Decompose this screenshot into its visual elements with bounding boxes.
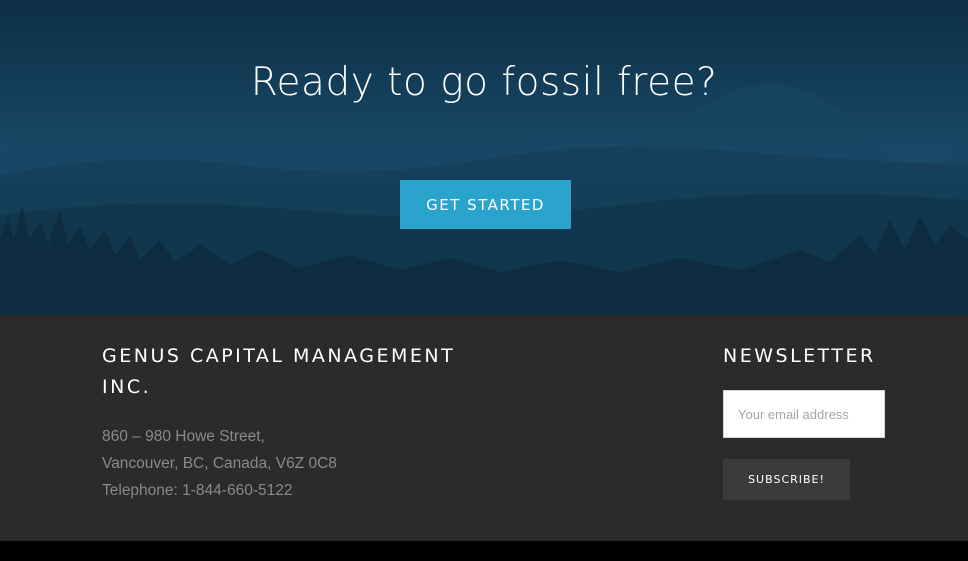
site-footer: GENUS CAPITAL MANAGEMENT INC. 860 – 980 … bbox=[0, 315, 968, 541]
get-started-button[interactable]: GET STARTED bbox=[400, 180, 571, 229]
address-city: Vancouver, BC, Canada, V6Z 0C8 bbox=[102, 455, 337, 472]
hero-title: Ready to go fossil free? bbox=[250, 60, 718, 105]
newsletter-title: NEWSLETTER bbox=[723, 345, 876, 367]
company-name: GENUS CAPITAL MANAGEMENT INC. bbox=[102, 345, 456, 398]
newsletter-email-input[interactable] bbox=[723, 390, 885, 438]
subscribe-button[interactable]: SUBSCRIBE! bbox=[723, 459, 850, 500]
company-address: 860 – 980 Howe Street, Vancouver, BC, Ca… bbox=[102, 423, 337, 504]
hero-banner: Ready to go fossil free? GET STARTED bbox=[0, 0, 968, 315]
bottom-bar bbox=[0, 541, 968, 561]
address-telephone[interactable]: Telephone: 1-844-660-5122 bbox=[102, 477, 337, 504]
forest-mountain-background bbox=[0, 0, 968, 315]
address-street: 860 – 980 Howe Street, bbox=[102, 428, 265, 445]
